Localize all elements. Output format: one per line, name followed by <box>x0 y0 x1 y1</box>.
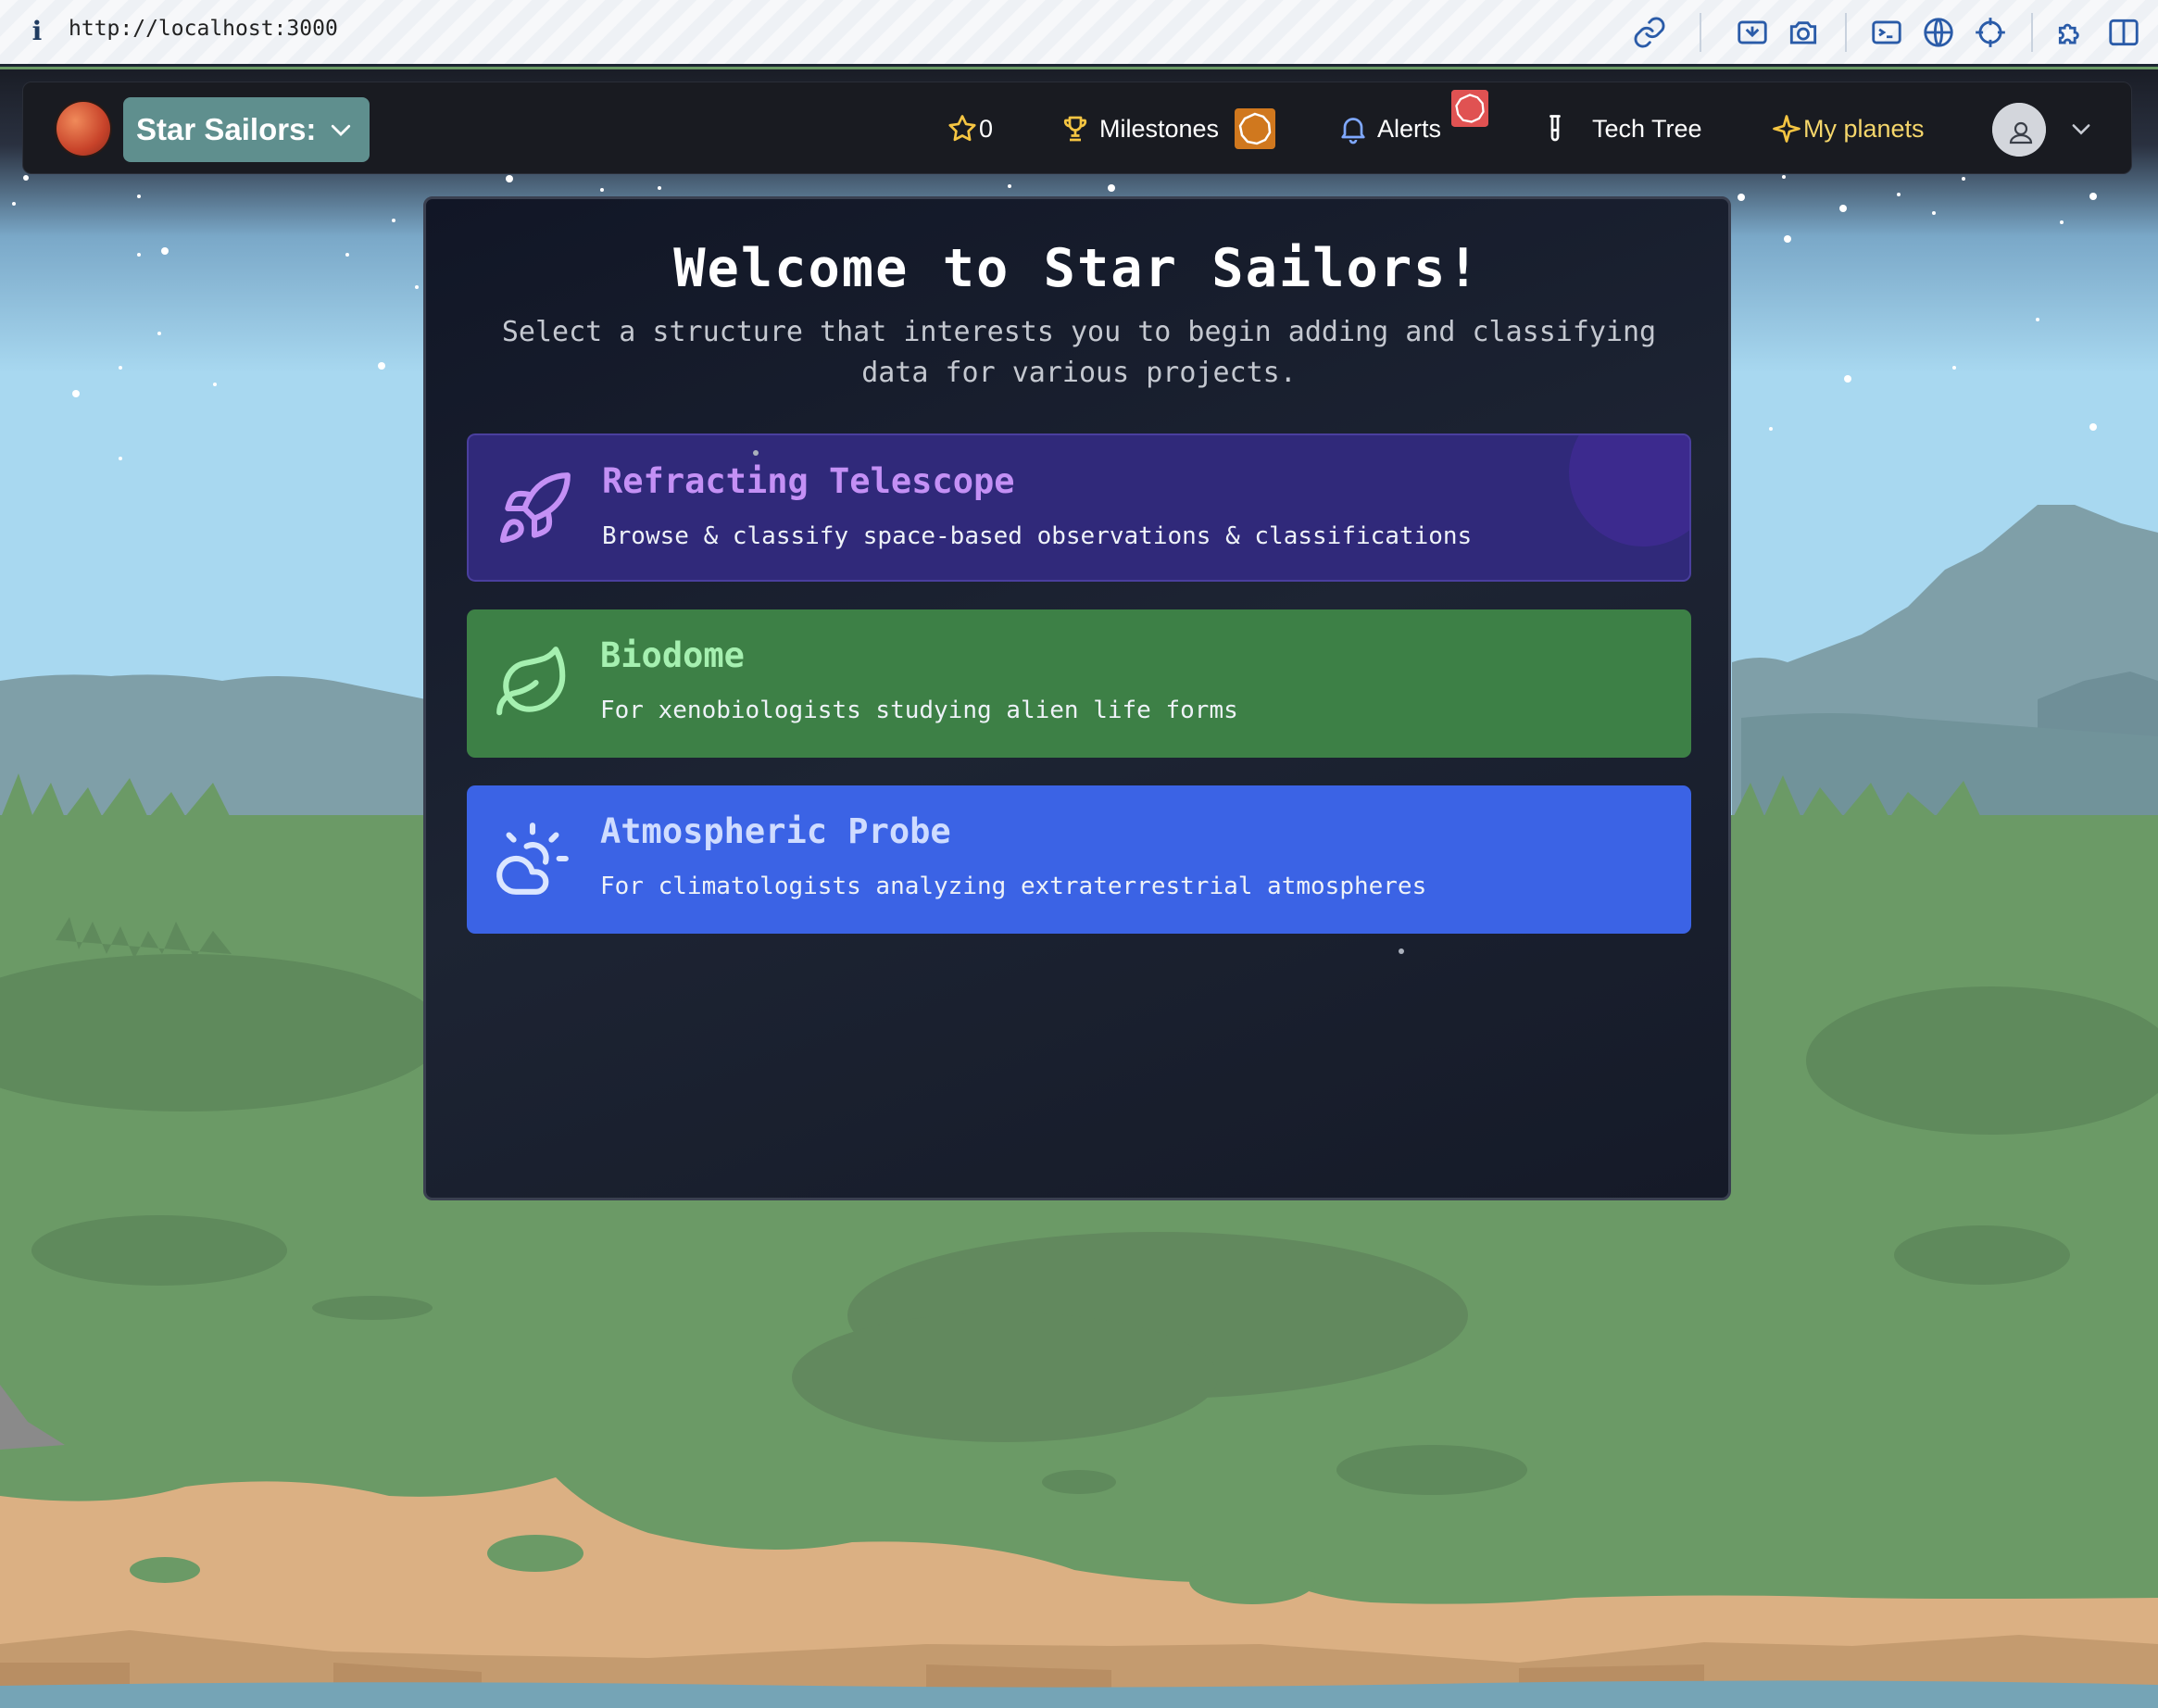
url-field[interactable]: http://localhost:3000 <box>69 17 338 41</box>
globe-icon[interactable] <box>1921 15 1956 50</box>
bell-icon <box>1341 118 1365 144</box>
stars-counter-button[interactable]: 0 <box>946 103 993 155</box>
leaf-icon <box>493 643 572 722</box>
crosshair-icon[interactable] <box>1973 15 2008 50</box>
milestone-badge-icon <box>1235 108 1275 149</box>
cast-icon[interactable] <box>1735 15 1770 50</box>
toolbar-separator <box>1845 13 1847 52</box>
milestones-button[interactable]: Milestones <box>1059 103 1219 155</box>
browser-toolbar: i http://localhost:3000 <box>0 0 2158 67</box>
cloud-sun-icon <box>493 819 572 898</box>
structure-title: Atmospheric Probe <box>600 811 951 851</box>
stars-count: 0 <box>979 114 994 143</box>
structure-title: Refracting Telescope <box>602 461 1015 501</box>
alerts-button[interactable]: Alerts <box>1336 103 1441 155</box>
sidebar-icon[interactable] <box>2106 15 2141 50</box>
camera-icon[interactable] <box>1786 15 1821 50</box>
toolbar-separator <box>2031 13 2033 52</box>
link-icon[interactable] <box>1632 15 1667 50</box>
info-icon[interactable]: i <box>26 15 48 48</box>
structure-description: For climatologists analyzing extraterres… <box>600 873 1427 900</box>
my-planets-button[interactable]: My planets <box>1770 103 1925 155</box>
alert-badge-icon <box>1451 90 1488 127</box>
structure-description: For xenobiologists studying alien life f… <box>600 697 1238 724</box>
rocket-icon <box>495 469 574 548</box>
test-tube-icon <box>1549 115 1561 142</box>
decorative-dot <box>753 450 759 456</box>
extensions-icon[interactable] <box>2054 15 2089 50</box>
user-avatar[interactable] <box>1992 103 2046 157</box>
structure-card-refracting-telescope[interactable]: Refracting Telescope Browse & classify s… <box>467 433 1691 582</box>
welcome-panel: Welcome to Star Sailors! Select a struct… <box>423 196 1731 1200</box>
terminal-icon[interactable] <box>1869 15 1904 50</box>
user-icon <box>1992 103 2046 157</box>
structure-description: Browse & classify space-based observatio… <box>602 522 1473 550</box>
trophy-icon <box>1063 116 1087 142</box>
sparkle-icon <box>1773 115 1800 143</box>
top-navbar: Star Sailors: 0 Milestones Alerts Tech T… <box>22 82 2132 174</box>
tech-tree-button[interactable]: Tech Tree <box>1538 103 1702 155</box>
brand-label: Star Sailors: <box>136 112 317 146</box>
toolbar-separator <box>1700 13 1701 52</box>
decorative-blob <box>1569 435 1689 546</box>
milestones-label: Milestones <box>1099 114 1220 143</box>
decorative-dot <box>1399 948 1404 954</box>
chevron-down-icon <box>331 124 351 136</box>
planet-logo-icon[interactable] <box>56 102 110 156</box>
brand-dropdown-button[interactable]: Star Sailors: <box>123 97 370 162</box>
tech-tree-label: Tech Tree <box>1592 114 1702 143</box>
structure-card-biodome[interactable]: Biodome For xenobiologists studying alie… <box>467 609 1691 758</box>
page-subtitle: Select a structure that interests you to… <box>501 316 1657 389</box>
my-planets-label: My planets <box>1803 114 1925 143</box>
chevron-down-icon[interactable] <box>2068 116 2094 142</box>
page-title: Welcome to Star Sailors! <box>673 238 1481 299</box>
star-icon <box>948 115 976 142</box>
structure-card-atmospheric-probe[interactable]: Atmospheric Probe For climatologists ana… <box>467 785 1691 934</box>
structure-title: Biodome <box>600 635 745 675</box>
alerts-label: Alerts <box>1377 114 1442 143</box>
